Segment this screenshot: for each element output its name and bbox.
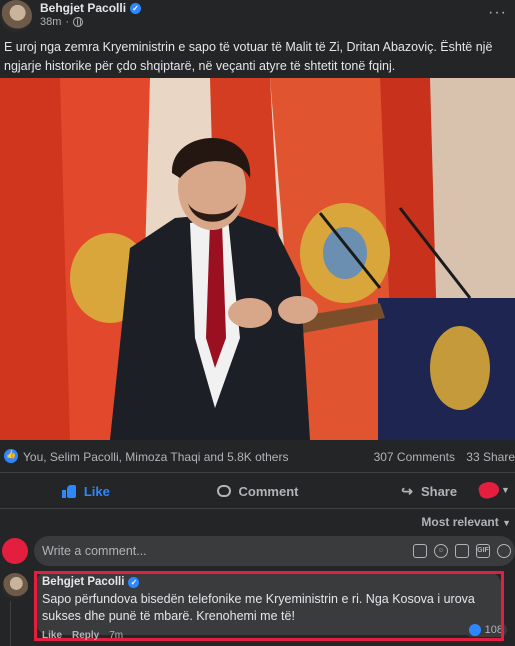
thread-line	[10, 601, 11, 646]
share-button-label: Share	[420, 483, 458, 499]
comment-button-label: Comment	[238, 483, 299, 499]
post-meta: 38m ·	[40, 16, 84, 28]
post-photo[interactable]	[0, 78, 515, 440]
author-avatar[interactable]	[0, 0, 32, 32]
post-header: Behgjet Pacolli ✓ 38m · ···	[0, 0, 515, 32]
shares-count[interactable]: 33 Share	[466, 450, 515, 464]
more-options-icon[interactable]: ···	[488, 4, 507, 22]
reactions-summary[interactable]: You, Selim Pacolli, Mimoza Thaqi and 5.8…	[23, 450, 288, 464]
post-author[interactable]: Behgjet Pacolli ✓	[40, 1, 142, 15]
comment-reply-link[interactable]: Reply	[72, 630, 99, 641]
post-time[interactable]: 38m	[40, 16, 61, 28]
divider	[0, 508, 515, 509]
like-button-label: Like	[83, 483, 110, 499]
sort-comments-dropdown[interactable]: Most relevant ▼	[421, 515, 511, 529]
engagement-counts: 307 Comments 33 Share	[366, 450, 515, 464]
like-reaction-icon[interactable]	[4, 449, 18, 463]
globe-icon	[73, 17, 84, 27]
comments-count[interactable]: 307 Comments	[374, 450, 455, 464]
commenter-avatar[interactable]	[2, 573, 28, 599]
photo-image	[0, 78, 515, 440]
comment-button[interactable]: Comment	[172, 478, 344, 504]
comment-actions: Like Reply 7m	[42, 630, 123, 641]
verified-icon: ✓	[130, 2, 142, 14]
thumbs-up-icon	[61, 484, 76, 498]
camera-icon[interactable]	[455, 544, 469, 558]
avatar-sticker-icon[interactable]	[413, 544, 427, 558]
emoji-icon[interactable]: ☺	[434, 544, 448, 558]
reactions-bar: You, Selim Pacolli, Mimoza Thaqi and 5.8…	[0, 446, 515, 466]
post-author-name[interactable]: Behgjet Pacolli	[40, 1, 126, 15]
post-text: E uroj nga zemra Kryeministrin e sapo të…	[4, 40, 493, 73]
gif-icon[interactable]: GIF	[476, 544, 490, 558]
comment-time[interactable]: 7m	[109, 630, 123, 641]
chevron-down-icon: ▼	[501, 485, 510, 495]
chevron-down-icon: ▼	[502, 518, 511, 528]
reaction-selector[interactable]: ▼	[477, 479, 511, 501]
post-actions: Like Comment ↪ Share	[0, 478, 515, 504]
redacted-avatar	[2, 538, 28, 564]
like-button[interactable]: Like	[0, 478, 172, 504]
comment-item: Behgjet Pacolli ✓ Sapo përfundova bisedë…	[0, 571, 515, 646]
comment-bubble-icon	[216, 485, 231, 497]
composer-icons: ☺ GIF	[413, 544, 511, 558]
comment-composer: ☺ GIF	[0, 536, 515, 566]
sticker-icon[interactable]	[497, 544, 511, 558]
share-arrow-icon: ↪	[401, 482, 413, 499]
divider	[0, 472, 515, 473]
comment-like-link[interactable]: Like	[42, 630, 62, 641]
redacted-avatar-icon	[477, 479, 501, 501]
sort-label: Most relevant	[421, 515, 499, 529]
